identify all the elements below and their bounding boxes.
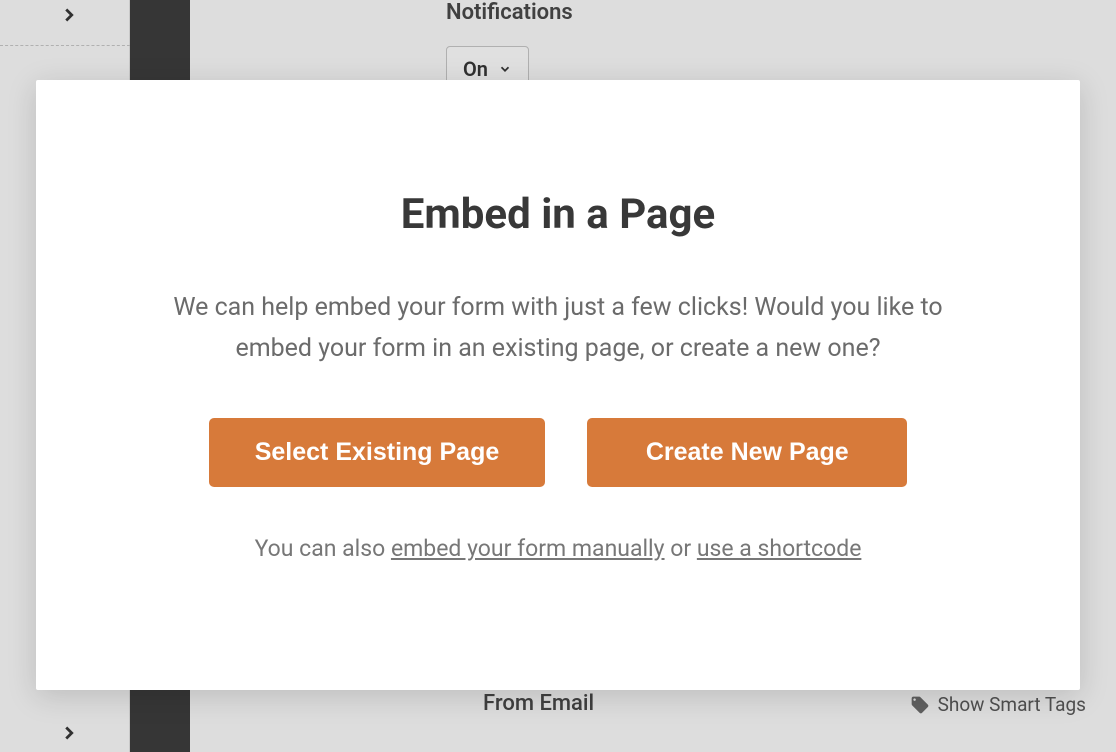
create-new-page-button[interactable]: Create New Page (587, 418, 907, 487)
select-existing-page-button[interactable]: Select Existing Page (209, 418, 546, 487)
footer-prefix: You can also (255, 535, 391, 562)
modal-title: Embed in a Page (401, 190, 715, 239)
embed-modal: Embed in a Page We can help embed your f… (36, 80, 1080, 690)
use-shortcode-link[interactable]: use a shortcode (697, 535, 862, 562)
footer-or: or (665, 535, 697, 562)
modal-button-group: Select Existing Page Create New Page (209, 418, 908, 487)
embed-manually-link[interactable]: embed your form manually (391, 535, 665, 562)
modal-footer: You can also embed your form manually or… (255, 535, 862, 562)
modal-description: We can help embed your form with just a … (158, 287, 958, 370)
